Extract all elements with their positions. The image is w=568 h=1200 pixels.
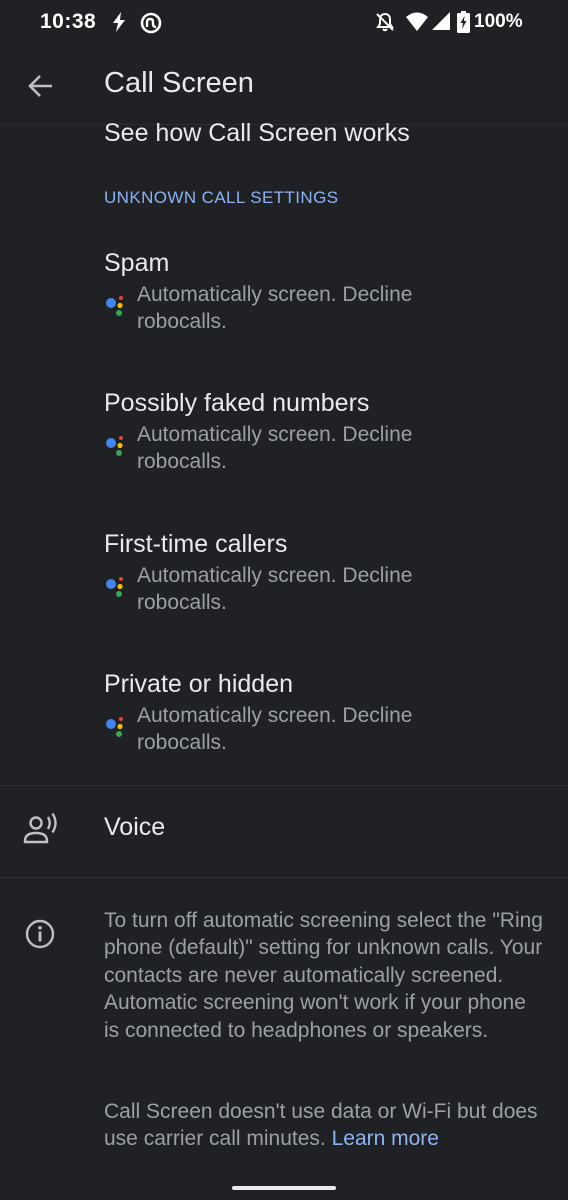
google-assistant-icon [106,577,123,597]
see-how-link[interactable]: See how Call Screen works [104,119,410,148]
setting-title: Private or hidden [104,670,294,698]
setting-summary: Automatically screen. Decline robocalls. [137,423,413,473]
setting-summary: Automatically screen. Decline robocalls. [137,704,413,754]
record-voice-icon [23,812,57,844]
setting-summary: Automatically screen. Decline robocalls. [137,283,413,333]
setting-title: Spam [104,249,170,277]
voice-setting[interactable]: Voice [0,786,568,876]
info-text-footer: Call Screen doesn't use data or Wi-Fi bu… [104,1098,544,1153]
back-button[interactable] [20,64,64,108]
voice-label: Voice [104,813,166,841]
setting-summary: Automatically screen. Decline robocalls. [137,564,413,614]
nfc-icon [140,12,162,34]
divider [0,877,568,878]
setting-title: First-time callers [104,530,288,558]
arrow-back-icon [28,75,52,97]
do-not-disturb-icon [376,12,394,32]
setting-possibly-faked-numbers[interactable]: Possibly faked numbers Automatically scr… [0,389,568,519]
setting-private-or-hidden[interactable]: Private or hidden Automatically screen. … [0,670,568,800]
setting-spam[interactable]: Spam Automatically screen. Decline roboc… [0,249,568,379]
setting-title: Possibly faked numbers [104,389,370,417]
google-assistant-icon [106,717,123,737]
signal-icon [432,12,450,30]
learn-more-link[interactable]: Learn more [332,1127,439,1150]
status-bar: 10:38 100% [0,0,568,46]
section-header: UNKNOWN CALL SETTINGS [104,188,339,207]
app-bar: Call Screen [0,48,568,125]
page-title: Call Screen [104,67,254,99]
wifi-icon [406,12,428,31]
google-assistant-icon [106,296,123,316]
info-icon [25,919,55,949]
flash-icon [113,12,125,32]
battery-charging-icon [457,11,470,33]
gesture-nav-handle[interactable] [232,1186,336,1190]
status-time: 10:38 [40,10,97,33]
setting-first-time-callers[interactable]: First-time callers Automatically screen.… [0,530,568,660]
battery-percent: 100% [474,11,523,32]
info-text-minutes: Call Screen doesn't use data or Wi-Fi bu… [104,1100,538,1151]
google-assistant-icon [106,436,123,456]
info-text: To turn off automatic screening select t… [104,909,543,1042]
